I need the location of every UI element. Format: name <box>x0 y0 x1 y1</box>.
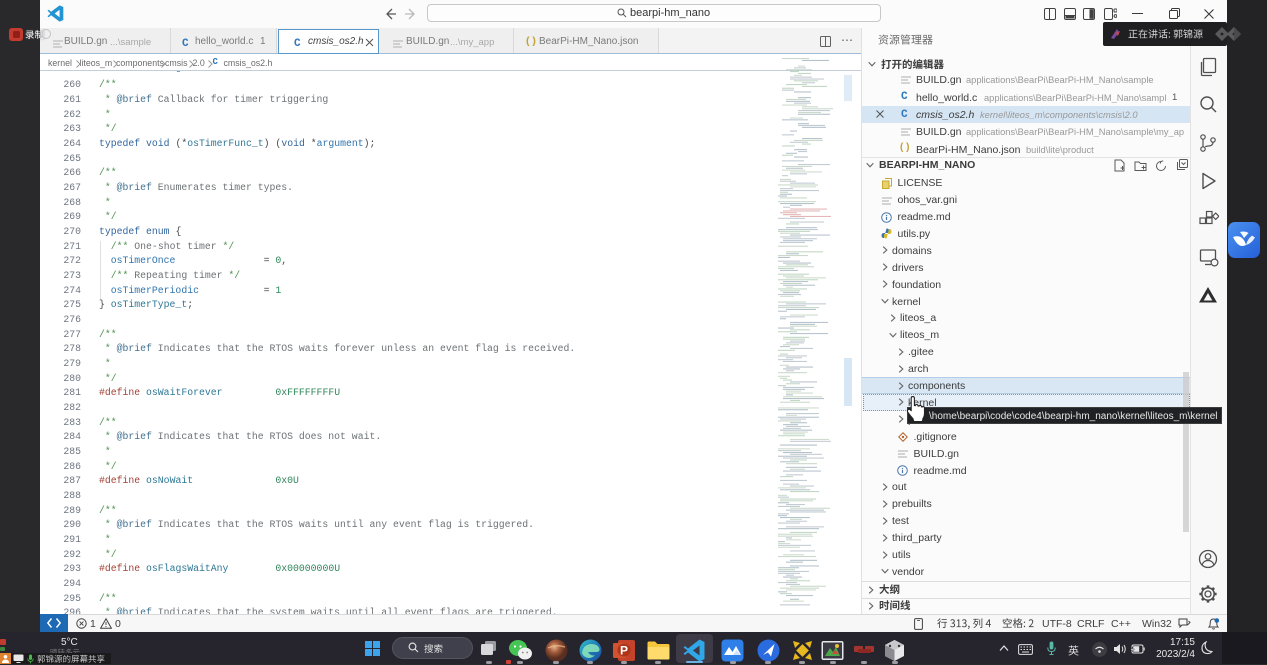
svg-text:P: P <box>620 644 628 658</box>
